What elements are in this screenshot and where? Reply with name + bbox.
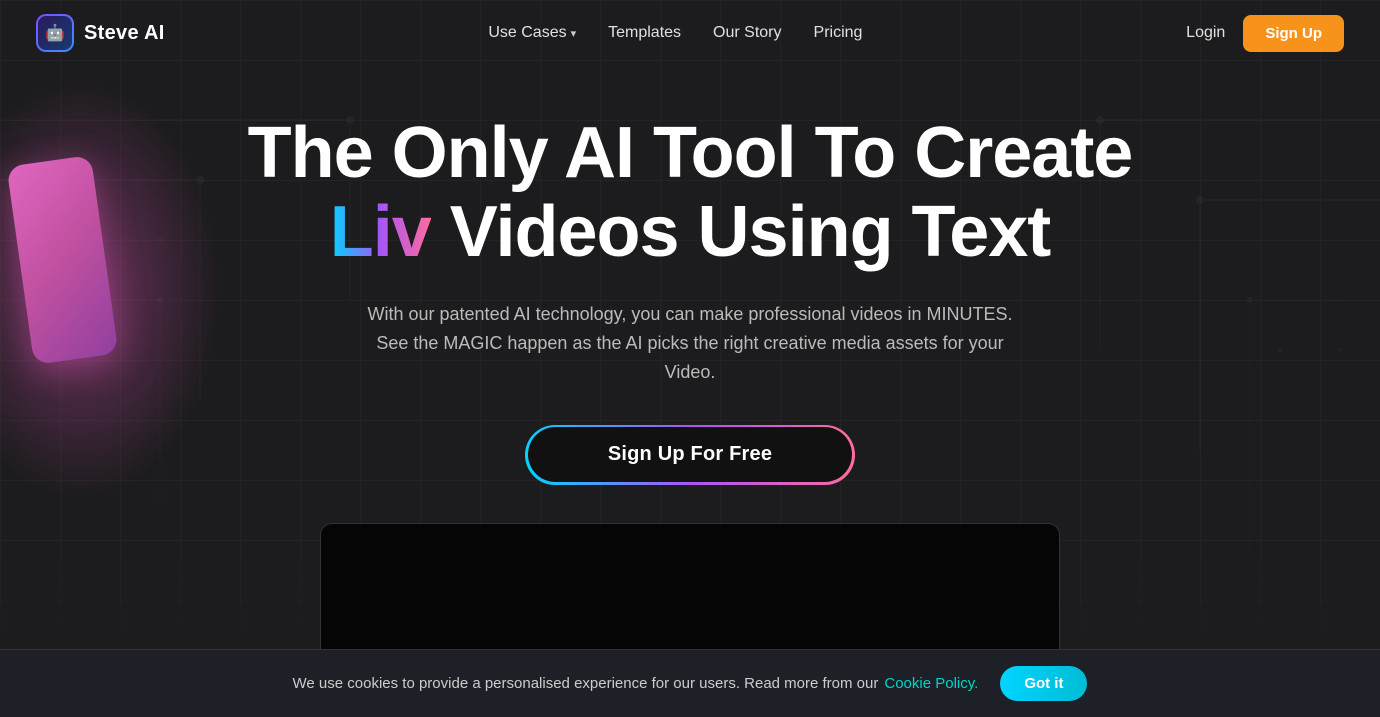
cookie-banner: We use cookies to provide a personalised…: [0, 649, 1380, 717]
hero-section: The Only AI Tool To Create Liv Videos Us…: [0, 66, 1380, 683]
nav-pricing[interactable]: Pricing: [814, 24, 863, 42]
hero-subtitle-line2: See the MAGIC happen as the AI picks the…: [350, 329, 1030, 387]
nav-signup-button[interactable]: Sign Up: [1243, 15, 1344, 52]
nav-actions: Login Sign Up: [1186, 15, 1344, 52]
nav-use-cases[interactable]: Use Cases: [488, 24, 576, 42]
hero-subtitle: With our patented AI technology, you can…: [350, 300, 1030, 386]
cta-border: Sign Up For Free: [525, 425, 854, 485]
login-button[interactable]: Login: [1186, 24, 1225, 42]
hero-title: The Only AI Tool To Create Liv Videos Us…: [240, 114, 1140, 272]
logo-area[interactable]: 🤖 Steve AI: [36, 14, 165, 52]
hero-subtitle-line1: With our patented AI technology, you can…: [350, 300, 1030, 329]
brand-name: Steve AI: [84, 22, 165, 45]
cookie-accept-button[interactable]: Got it: [1000, 666, 1087, 701]
cookie-policy-link[interactable]: Cookie Policy.: [884, 675, 978, 692]
nav-links: Use Cases Templates Our Story Pricing: [488, 24, 862, 42]
hero-title-line2-rest: Videos Using Text: [431, 192, 1051, 272]
logo-icon: 🤖: [36, 14, 74, 52]
hero-title-line2: Liv Videos Using Text: [240, 193, 1140, 272]
cookie-text: We use cookies to provide a personalised…: [293, 675, 879, 692]
cta-wrapper: Sign Up For Free: [0, 425, 1380, 485]
navbar: 🤖 Steve AI Use Cases Templates Our Story…: [0, 0, 1380, 66]
signup-free-button[interactable]: Sign Up For Free: [528, 427, 852, 482]
nav-our-story[interactable]: Our Story: [713, 24, 781, 42]
hero-highlight-word: Liv: [330, 192, 431, 272]
nav-templates[interactable]: Templates: [608, 24, 681, 42]
logo-icon-symbol: 🤖: [45, 23, 65, 43]
hero-title-line1: The Only AI Tool To Create: [248, 113, 1133, 193]
